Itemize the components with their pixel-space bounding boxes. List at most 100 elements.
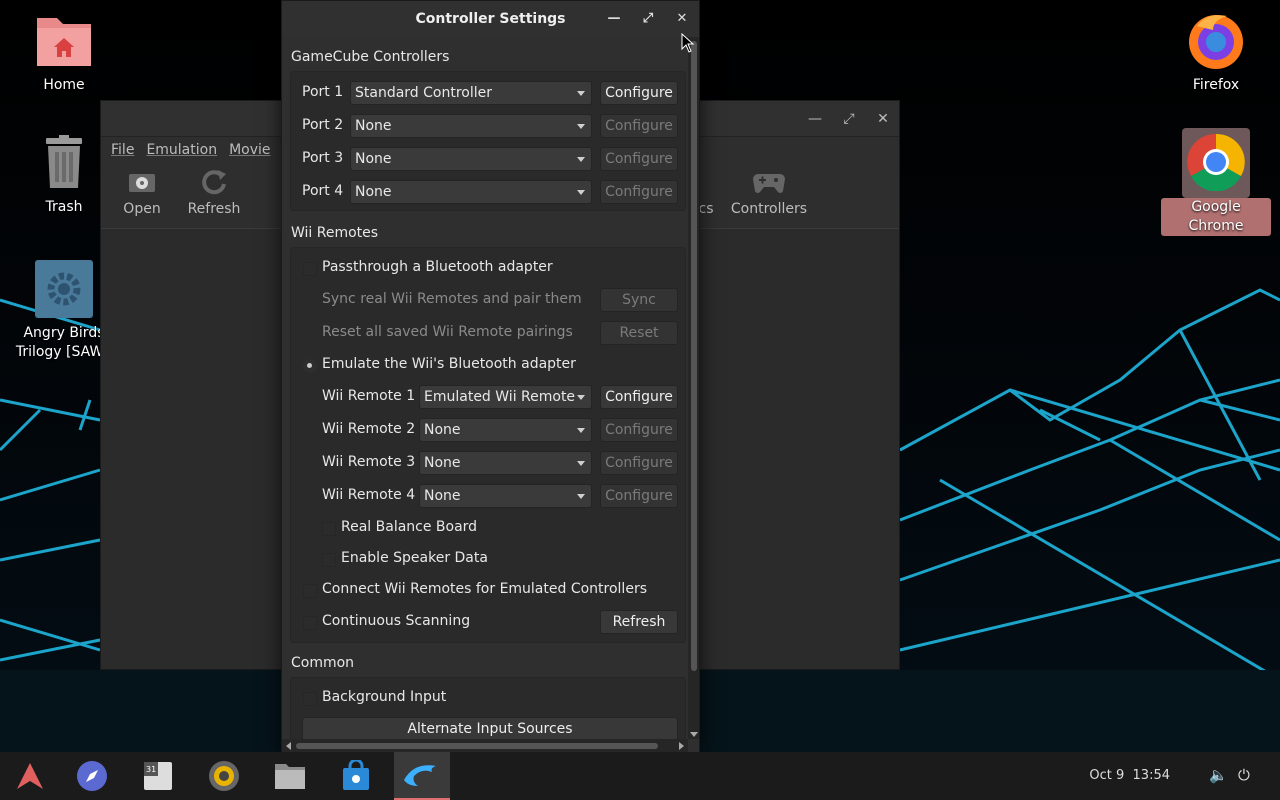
taskbar-calendar[interactable]: 31 [130, 752, 186, 800]
chevron-down-icon [577, 395, 585, 400]
dialog-titlebar[interactable]: Controller Settings — ⤢ ✕ [282, 1, 699, 37]
maximize-icon[interactable]: ⤢ [638, 9, 658, 29]
power-icon[interactable]: ⏻ [1238, 766, 1250, 784]
port-1-select[interactable]: Standard Controller [350, 81, 592, 105]
trash-icon [35, 134, 93, 192]
balance-board-checkbox[interactable] [322, 522, 336, 536]
calendar-icon: 31 [144, 762, 172, 790]
balance-board-label[interactable]: Real Balance Board [341, 519, 477, 535]
taskbar-dolphin[interactable] [394, 752, 450, 800]
menu-emulation[interactable]: Emulation [146, 142, 217, 158]
chevron-down-icon [577, 494, 585, 499]
chevron-down-icon [577, 428, 585, 433]
passthrough-label[interactable]: Passthrough a Bluetooth adapter [322, 259, 553, 275]
home-folder-icon [35, 12, 93, 70]
connect-remotes-checkbox[interactable] [303, 584, 317, 598]
wii-remote-3-label: Wii Remote 3 [322, 454, 416, 470]
emulate-bt-radio[interactable] [303, 359, 317, 373]
connect-remotes-label[interactable]: Connect Wii Remotes for Emulated Control… [322, 581, 647, 597]
shopping-bag-icon [343, 760, 369, 790]
horizontal-scrollbar[interactable] [282, 739, 688, 752]
background-input-label[interactable]: Background Input [322, 689, 446, 705]
wii-remote-4-select[interactable]: None [419, 484, 592, 508]
wii-remote-2-select[interactable]: None [419, 418, 592, 442]
port-4-label: Port 4 [302, 183, 344, 199]
scroll-left-arrow-icon[interactable] [286, 742, 291, 750]
taskbar-store[interactable] [328, 752, 384, 800]
wii-remote-4-configure-button[interactable]: Configure [600, 484, 678, 508]
scroll-right-arrow-icon[interactable] [679, 742, 684, 750]
toolbar-controllers-button[interactable]: Controllers [729, 167, 809, 217]
port-2-label: Port 2 [302, 117, 344, 133]
scrollbar-thumb[interactable] [296, 743, 658, 749]
refresh-button[interactable]: Refresh [600, 610, 678, 634]
emulate-bt-label[interactable]: Emulate the Wii's Bluetooth adapter [322, 356, 576, 372]
port-2-configure-button[interactable]: Configure [600, 114, 678, 138]
vertical-scrollbar[interactable] [688, 37, 699, 739]
volume-icon[interactable]: 🔈 [1209, 766, 1228, 784]
gear-icon [35, 260, 93, 318]
arch-logo-icon [17, 763, 43, 789]
taskbar-clock[interactable]: Oct 9 13:54 [1089, 768, 1170, 783]
toolbar-refresh-button[interactable]: Refresh [179, 167, 249, 217]
port-1-label: Port 1 [302, 84, 344, 100]
port-3-value: None [355, 151, 392, 167]
port-1-configure-button[interactable]: Configure [600, 81, 678, 105]
taskbar-music[interactable] [196, 752, 252, 800]
menu-movie[interactable]: Movie [229, 142, 270, 158]
port-3-configure-button[interactable]: Configure [600, 147, 678, 171]
passthrough-checkbox[interactable] [303, 262, 317, 276]
reset-button[interactable]: Reset [600, 321, 678, 345]
menu-file[interactable]: File [111, 142, 134, 158]
minimize-icon[interactable]: — [805, 109, 825, 129]
port-3-select[interactable]: None [350, 147, 592, 171]
controller-settings-dialog[interactable]: Controller Settings — ⤢ ✕ GameCube Contr… [281, 0, 700, 753]
wii-remote-3-configure-button[interactable]: Configure [600, 451, 678, 475]
wii-remote-1-configure-button[interactable]: Configure [600, 385, 678, 409]
clock-time: 13:54 [1132, 768, 1170, 783]
wii-remote-1-select[interactable]: Emulated Wii Remote [419, 385, 592, 409]
port-3-label: Port 3 [302, 150, 344, 166]
desktop-icon-chrome[interactable]: Google Chrome [1161, 128, 1271, 236]
wii-remote-3-select[interactable]: None [419, 451, 592, 475]
port-2-select[interactable]: None [350, 114, 592, 138]
port-2-value: None [355, 118, 392, 134]
wii-group-title: Wii Remotes [291, 225, 379, 241]
wii-remote-1-label: Wii Remote 1 [322, 388, 416, 404]
taskbar: 31 Oct 9 13:54 🔈 ⏻ [0, 752, 1280, 800]
gamecube-group-title: GameCube Controllers [291, 49, 450, 65]
desktop-icon-firefox[interactable]: Firefox [1161, 12, 1271, 95]
mouse-cursor-icon [681, 33, 695, 53]
continuous-scanning-label[interactable]: Continuous Scanning [322, 613, 470, 629]
dialog-scroll-area[interactable]: GameCube Controllers Port 1 Standard Con… [282, 37, 688, 739]
app-menu-button[interactable] [2, 752, 58, 800]
port-4-configure-button[interactable]: Configure [600, 180, 678, 204]
scrollbar-thumb[interactable] [691, 41, 697, 671]
toolbar-open-button[interactable]: Open [107, 167, 177, 217]
folder-icon [275, 764, 305, 789]
desktop-icon-home[interactable]: Home [9, 12, 119, 95]
open-icon [107, 167, 177, 197]
minimize-icon[interactable]: — [604, 9, 624, 29]
wii-remote-2-configure-button[interactable]: Configure [600, 418, 678, 442]
continuous-scanning-checkbox[interactable] [303, 616, 317, 630]
taskbar-files[interactable] [262, 752, 318, 800]
wii-remote-4-value: None [424, 488, 461, 504]
close-icon[interactable]: ✕ [672, 9, 692, 29]
port-4-select[interactable]: None [350, 180, 592, 204]
background-input-checkbox[interactable] [303, 692, 317, 706]
reset-pairings-text: Reset all saved Wii Remote pairings [322, 324, 573, 340]
taskbar-browser[interactable] [64, 752, 120, 800]
scroll-down-arrow-icon[interactable] [690, 732, 698, 737]
maximize-icon[interactable]: ⤢ [839, 109, 859, 129]
close-icon[interactable]: ✕ [873, 109, 893, 129]
sync-text: Sync real Wii Remotes and pair them [322, 291, 582, 307]
port-4-value: None [355, 184, 392, 200]
gamepad-icon [729, 167, 809, 197]
speaker-music-icon [209, 761, 239, 791]
speaker-data-label[interactable]: Enable Speaker Data [341, 550, 488, 566]
common-group-title: Common [291, 655, 355, 671]
sync-button[interactable]: Sync [600, 288, 678, 312]
speaker-data-checkbox[interactable] [322, 553, 336, 567]
alternate-input-sources-button[interactable]: Alternate Input Sources [302, 717, 678, 739]
